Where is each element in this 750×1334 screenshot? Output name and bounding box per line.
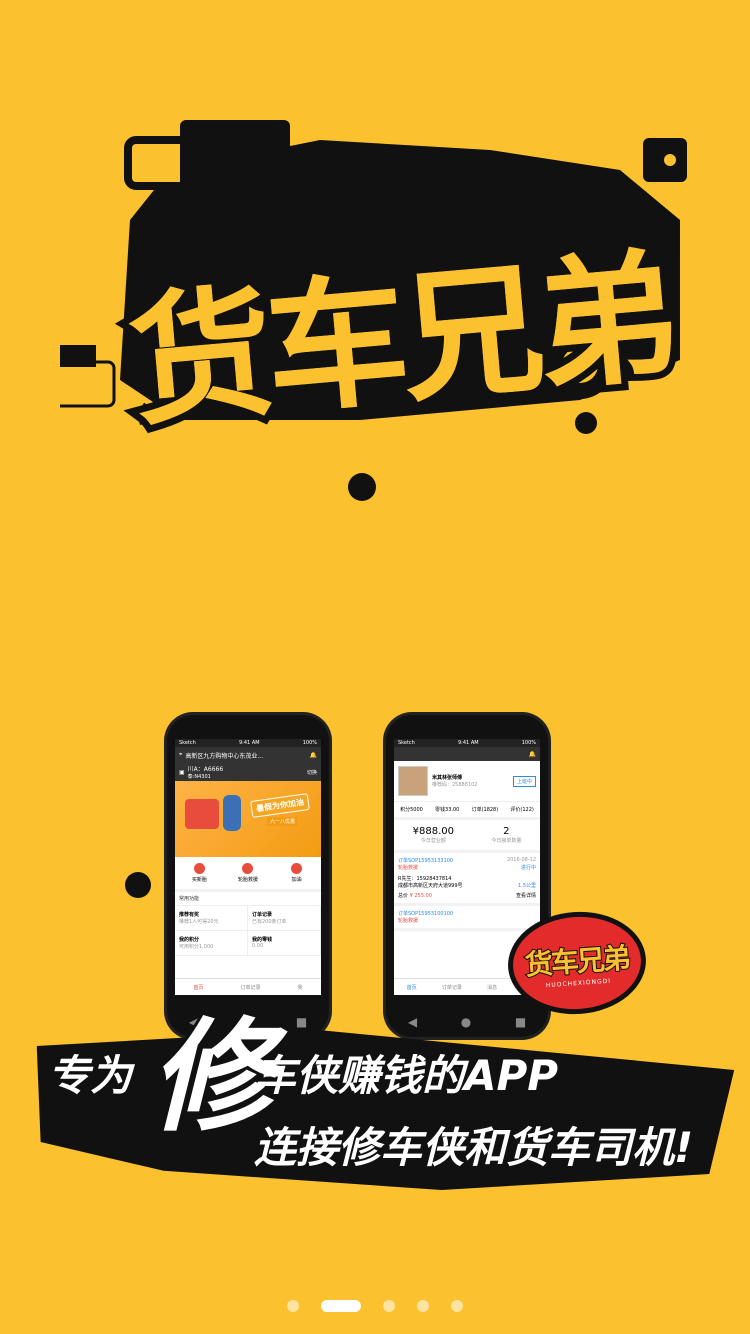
tab-orders[interactable]: 订单记录 bbox=[442, 984, 462, 991]
online-toggle[interactable]: 上班中 bbox=[512, 775, 536, 787]
bell-icon[interactable]: 🔔 bbox=[529, 751, 536, 758]
avatar bbox=[398, 766, 428, 796]
tab-messages[interactable]: 消息 bbox=[487, 984, 497, 991]
order-tag: 轮胎救援 bbox=[398, 865, 419, 871]
battery: 100% bbox=[302, 740, 317, 746]
fuel-lock-icon bbox=[643, 138, 687, 182]
phone-screen-left: Sketch 9:41 AM 100% ⌖ 高新区九方购物中心东茂业... 🔔 … bbox=[175, 739, 321, 995]
recent-icon[interactable]: ■ bbox=[296, 1015, 307, 1029]
grid-item[interactable]: 我的积分 可用积分1,000 bbox=[175, 931, 248, 956]
carrier: Sketch bbox=[179, 740, 196, 746]
page-dot-active[interactable] bbox=[321, 1300, 361, 1312]
stats-row: 积分5000 零钱33.00 订单(1828) 评价(122) bbox=[394, 802, 540, 820]
android-nav: ◀ ● ■ bbox=[386, 1015, 548, 1029]
order-card[interactable]: 订单SOP15953133100 2016-08-12 轮胎救援 进行中 R先生：… bbox=[394, 853, 540, 906]
stat-orders[interactable]: 订单(1828) bbox=[472, 806, 499, 813]
back-icon[interactable]: ◀ bbox=[408, 1015, 417, 1029]
home-icon[interactable]: ● bbox=[461, 1015, 471, 1029]
decor-dot bbox=[575, 412, 597, 434]
vehicle-bar[interactable]: ▣ 川A：A6666 泰:N4301 切换 bbox=[175, 763, 321, 781]
engine-icon bbox=[60, 345, 116, 408]
recent-icon[interactable]: ■ bbox=[515, 1015, 526, 1029]
location-text: 高新区九方购物中心东茂业... bbox=[185, 752, 264, 760]
grid-item[interactable]: 推荐有奖 推荐1人可得20元 bbox=[175, 906, 248, 931]
stat-change[interactable]: 零钱33.00 bbox=[435, 806, 459, 813]
phone-mockup-left: Sketch 9:41 AM 100% ⌖ 高新区九方购物中心东茂业... 🔔 … bbox=[167, 715, 329, 1037]
switch-button[interactable]: 切换 bbox=[307, 769, 317, 776]
decor-dot bbox=[348, 473, 376, 501]
order-card[interactable]: 订单SOP15953100100 轮胎救援 bbox=[394, 906, 540, 931]
feature-grid: 推荐有奖 推荐1人可得20元 订单记录 已有200条订单 我的积分 可用积分1,000… bbox=[175, 906, 321, 956]
earnings-value: ¥888.00 bbox=[412, 826, 455, 837]
tab-home[interactable]: 首页 bbox=[193, 984, 203, 991]
header-bar: 🔔 bbox=[394, 747, 540, 761]
order-contact: R先生：15928437814 bbox=[398, 876, 452, 882]
page-dot[interactable] bbox=[383, 1300, 395, 1312]
page-dot[interactable] bbox=[417, 1300, 429, 1312]
truck-icon: ▣ bbox=[179, 768, 185, 776]
service-icons: 买新胎 轮胎救援 加油 bbox=[175, 857, 321, 892]
stat-reviews[interactable]: 评价(122) bbox=[510, 806, 533, 813]
promo-banner[interactable]: 暑假为你加油 六一八优惠 bbox=[175, 781, 321, 857]
tab-orders[interactable]: 订单记录 bbox=[240, 984, 260, 991]
gift-icon bbox=[185, 799, 219, 829]
order-detail-link[interactable]: 查看详情 bbox=[516, 892, 536, 899]
order-status: 进行中 bbox=[520, 865, 536, 871]
status-bar: Sketch 9:41 AM 100% bbox=[394, 739, 540, 747]
location-bar[interactable]: ⌖ 高新区九方购物中心东茂业... 🔔 bbox=[175, 747, 321, 763]
page-indicator bbox=[0, 1300, 750, 1312]
rescue-icon bbox=[242, 863, 254, 874]
plate: 川A：A6666 bbox=[187, 766, 224, 773]
status-time: 9:41 AM bbox=[239, 740, 260, 746]
service-buy-tire[interactable]: 买新胎 bbox=[178, 863, 220, 883]
status-bar: Sketch 9:41 AM 100% bbox=[175, 739, 321, 747]
profile-card[interactable]: 米其林张师傅 推荐码：25888102 上班中 bbox=[394, 761, 540, 802]
slogan-line1-b: 车侠赚钱的APP bbox=[254, 1051, 559, 1100]
earnings-row: ¥888.00 今日营业额 2 今日接单数量 bbox=[394, 820, 540, 853]
order-count: 2 bbox=[503, 826, 510, 837]
banner-title: 暑假为你加油 bbox=[250, 793, 310, 818]
section-title: 常用功能 bbox=[175, 892, 321, 906]
plate-sub: 泰:N4301 bbox=[187, 774, 211, 780]
order-price: ¥ 255.00 bbox=[409, 893, 432, 899]
logo: 货车兄弟 货车兄弟 bbox=[60, 100, 700, 453]
tab-bar: 首页 订单记录 我 bbox=[175, 978, 321, 995]
fuel-icon bbox=[291, 863, 303, 874]
decor-dot bbox=[125, 872, 151, 898]
tab-home[interactable]: 首页 bbox=[407, 984, 417, 991]
banner-sub: 六一八优惠 bbox=[267, 817, 299, 826]
profile-name: 米其林张师傅 bbox=[432, 775, 463, 781]
bell-icon[interactable]: 🔔 bbox=[310, 752, 317, 759]
person-illustration bbox=[223, 795, 241, 831]
stat-points[interactable]: 积分5000 bbox=[400, 806, 423, 813]
grid-item[interactable]: 订单记录 已有200条订单 bbox=[248, 906, 321, 931]
tire-icon bbox=[193, 863, 205, 874]
page-dot[interactable] bbox=[451, 1300, 463, 1312]
page-dot[interactable] bbox=[287, 1300, 299, 1312]
profile-code: 推荐码：25888102 bbox=[432, 782, 478, 788]
location-icon: ⌖ bbox=[179, 751, 183, 758]
tab-me[interactable]: 我 bbox=[297, 984, 302, 991]
order-address: 成都市高新区天府大道999号 bbox=[398, 883, 463, 889]
stamp-title: 货车兄弟 bbox=[523, 940, 631, 982]
service-tire-rescue[interactable]: 轮胎救援 bbox=[227, 863, 269, 883]
slogan-line1-a: 专为 bbox=[48, 1051, 133, 1100]
service-refuel[interactable]: 加油 bbox=[276, 863, 318, 883]
slogan-line2: 连接修车侠和货车司机! bbox=[254, 1123, 694, 1172]
grid-item[interactable]: 我的零钱 0.00 bbox=[248, 931, 321, 956]
truck-icon bbox=[124, 120, 290, 190]
